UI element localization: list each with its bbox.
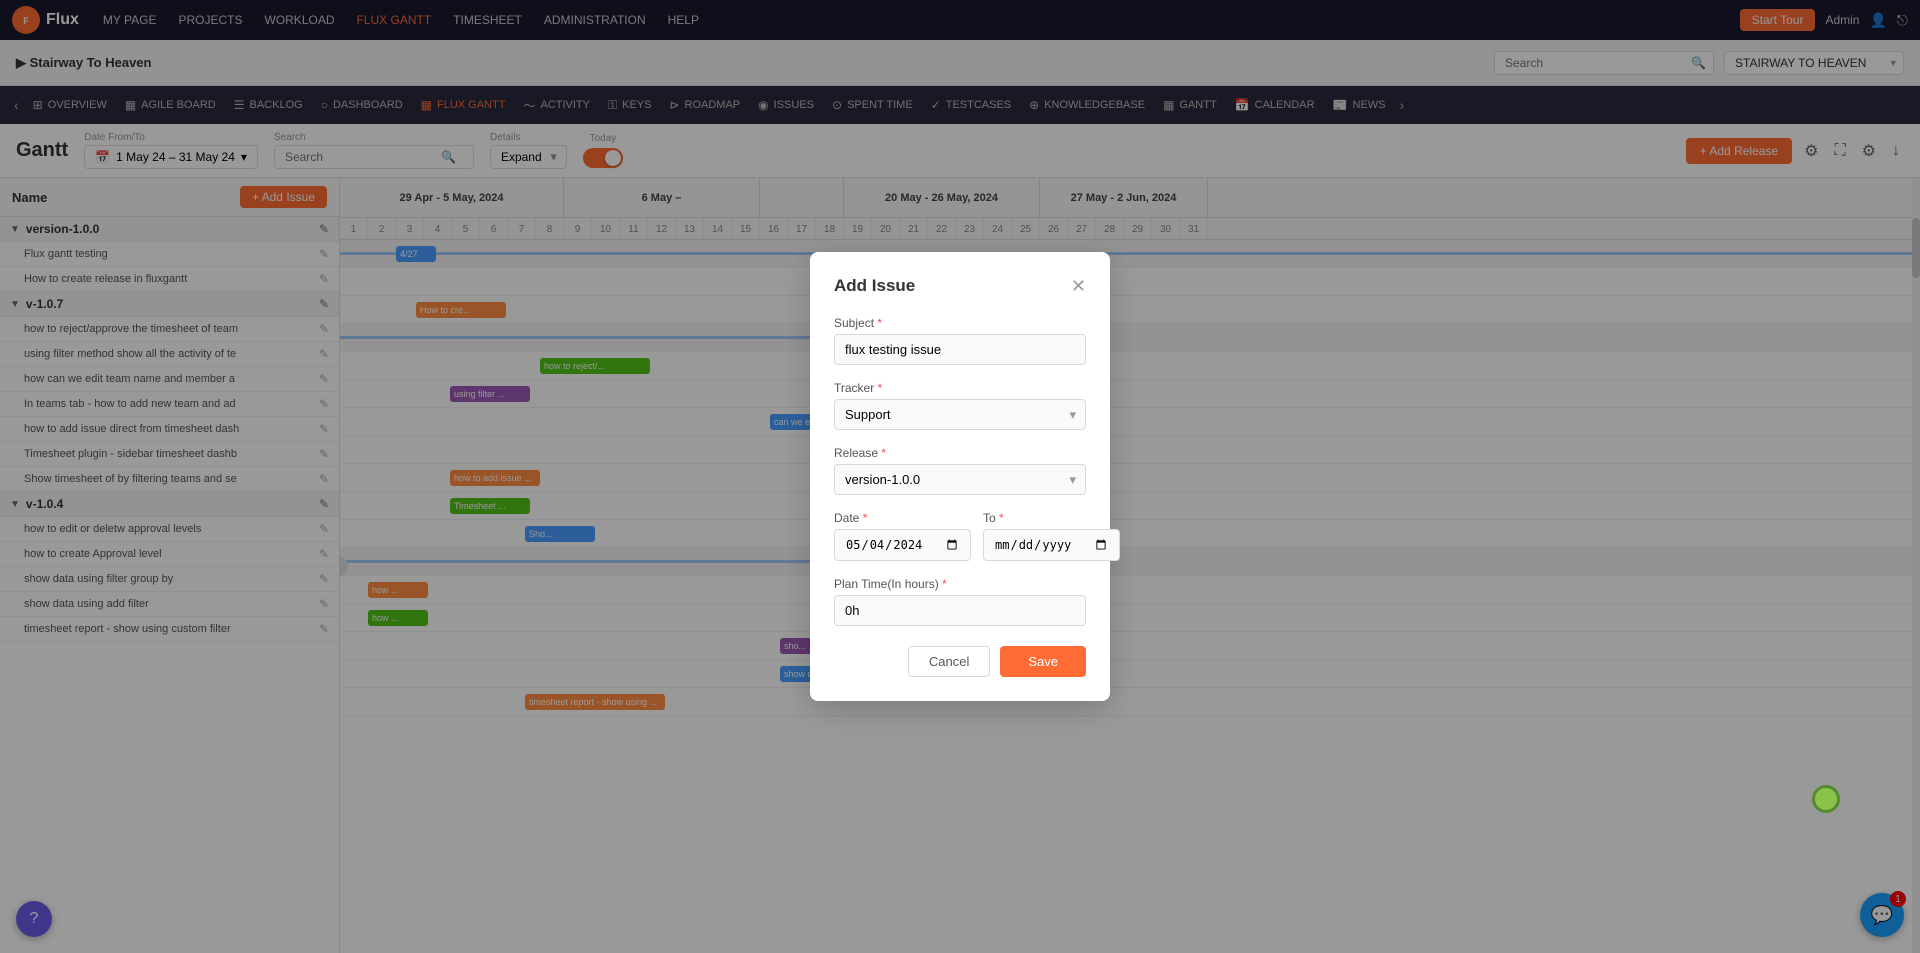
required-indicator: *	[878, 446, 886, 460]
add-issue-modal: Add Issue ✕ Subject * Tracker * Bug Feat…	[810, 252, 1110, 701]
subject-input[interactable]	[834, 334, 1086, 365]
required-indicator: *	[859, 511, 867, 525]
release-select[interactable]: version-1.0.0 v-1.0.7 v-1.0.4	[834, 464, 1086, 495]
to-label: To *	[983, 511, 1120, 525]
plan-time-input[interactable]	[834, 595, 1086, 626]
modal-close-button[interactable]: ✕	[1071, 277, 1086, 295]
date-to-input[interactable]	[983, 529, 1120, 561]
cursor-hint	[1812, 785, 1840, 813]
save-button[interactable]: Save	[1000, 646, 1086, 677]
cancel-button[interactable]: Cancel	[908, 646, 990, 677]
required-indicator: *	[996, 511, 1004, 525]
required-indicator: *	[874, 316, 882, 330]
cursor-circle	[1812, 785, 1840, 813]
release-label: Release *	[834, 446, 1086, 460]
modal-title: Add Issue	[834, 276, 915, 296]
to-date-field: To *	[983, 511, 1120, 561]
modal-footer: Cancel Save	[834, 646, 1086, 677]
date-label: Date *	[834, 511, 971, 525]
subject-label: Subject *	[834, 316, 1086, 330]
date-from-input[interactable]	[834, 529, 971, 561]
release-select-wrap: version-1.0.0 v-1.0.7 v-1.0.4	[834, 464, 1086, 495]
plan-time-field: Plan Time(In hours) *	[834, 577, 1086, 626]
tracker-select-wrap: Bug Feature Support Task	[834, 399, 1086, 430]
tracker-label: Tracker *	[834, 381, 1086, 395]
tracker-field: Tracker * Bug Feature Support Task	[834, 381, 1086, 430]
modal-overlay[interactable]: Add Issue ✕ Subject * Tracker * Bug Feat…	[0, 0, 1920, 953]
date-field: Date * To *	[834, 511, 1086, 561]
plan-time-label: Plan Time(In hours) *	[834, 577, 1086, 591]
required-indicator: *	[939, 577, 947, 591]
release-field: Release * version-1.0.0 v-1.0.7 v-1.0.4	[834, 446, 1086, 495]
required-indicator: *	[874, 381, 882, 395]
modal-header: Add Issue ✕	[834, 276, 1086, 296]
tracker-select[interactable]: Bug Feature Support Task	[834, 399, 1086, 430]
from-date-field: Date *	[834, 511, 971, 561]
date-row: Date * To *	[834, 511, 1086, 561]
subject-field: Subject *	[834, 316, 1086, 365]
